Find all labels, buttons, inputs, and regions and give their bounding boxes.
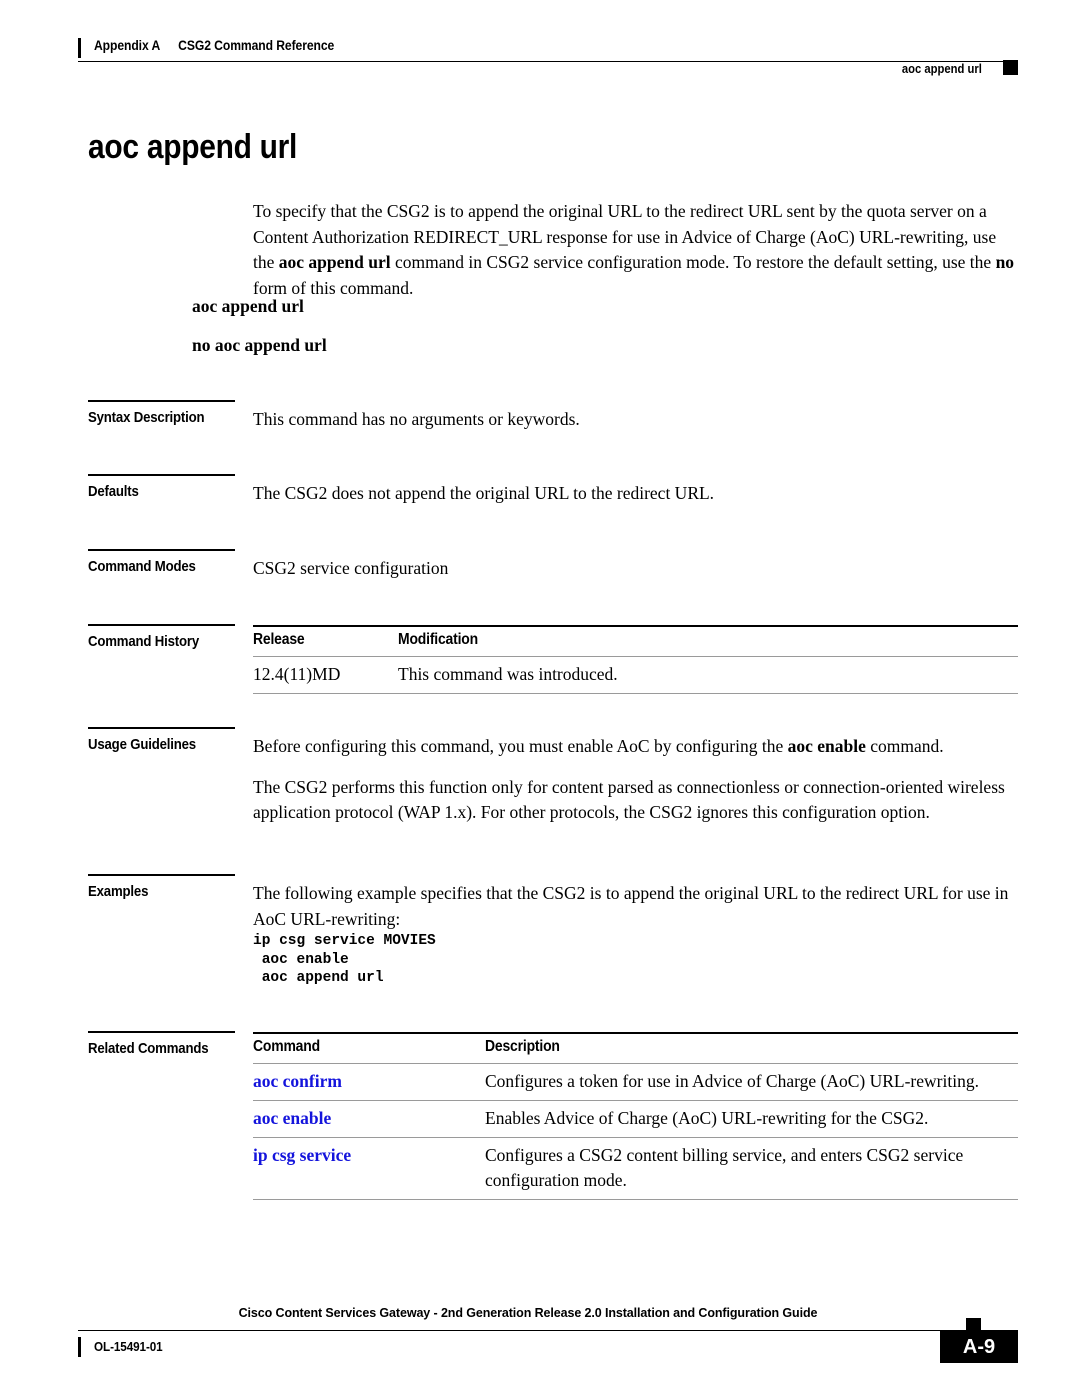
examples-rule [88,874,235,876]
related-command-description-cell: Configures a CSG2 content billing servic… [485,1145,964,1190]
footer-document-id: OL-15491-01 [94,1339,163,1354]
syntax-description-rule [88,400,235,402]
intro-text-2: command in CSG2 service configuration mo… [390,252,996,272]
related-command-description-cell: Configures a token for use in Advice of … [485,1071,979,1091]
usage-guidelines-paragraph-1: Before configuring this command, you mus… [253,734,1018,760]
header-running-head: aoc append url [901,62,982,76]
command-history-col-modification: Modification [398,631,478,648]
header-divider [78,61,1018,62]
intro-paragraph-block: To specify that the CSG2 is to append th… [253,199,1018,301]
command-modes-body: CSG2 service configuration [253,556,1018,582]
related-commands-col-description: Description [485,1038,560,1055]
related-commands-col-command: Command [253,1038,320,1055]
command-modes-text: CSG2 service configuration [253,558,449,578]
usage-para1-bold-command: aoc enable [787,736,866,756]
header-square-marker-icon [1003,60,1018,75]
related-command-cell[interactable]: aoc confirm [253,1064,485,1101]
related-command-cell[interactable]: aoc enable [253,1101,485,1138]
intro-no-bold: no [995,252,1015,272]
related-command-cell[interactable]: ip csg service [253,1138,485,1200]
footer-guide-title: Cisco Content Services Gateway - 2nd Gen… [238,1306,818,1320]
intro-text-3: form of this command. [253,277,414,298]
defaults-text: The CSG2 does not append the original UR… [253,483,715,503]
table-row: aoc enable Enables Advice of Charge (AoC… [253,1100,1018,1138]
usage-para1-pre: Before configuring this command, you mus… [253,736,788,756]
intro-command-bold: aoc append url [278,252,391,272]
footer-accent-bar [78,1337,81,1357]
command-history-release-cell: 12.4(11)MD [253,664,341,684]
section-label-command-history: Command History [88,633,200,650]
table-row: aoc confirm Configures a token for use i… [253,1063,1018,1101]
header-breadcrumb: Appendix A CSG2 Command Reference [94,38,334,53]
syntax-description-body: This command has no arguments or keyword… [253,407,1018,433]
command-history-header-row: Release Modification [253,626,1018,657]
section-label-related-commands: Related Commands [88,1040,209,1057]
section-label-syntax-description: Syntax Description [88,409,205,426]
defaults-body: The CSG2 does not append the original UR… [253,481,1018,507]
related-commands-rule [88,1031,235,1033]
related-command-link-aoc-confirm[interactable]: aoc confirm [253,1071,342,1091]
defaults-rule [88,474,235,476]
syntax-affirmative-form: aoc append url [192,296,304,316]
examples-intro-text: The following example specifies that the… [253,883,1009,929]
section-label-examples: Examples [88,883,149,900]
command-history-modification-cell: This command was introduced. [398,664,618,684]
syntax-negative-form: no aoc append url [192,335,327,355]
header-appendix-title: CSG2 Command Reference [178,38,335,53]
section-label-command-modes: Command Modes [88,558,196,575]
footer-divider [78,1330,1018,1331]
usage-guidelines-body: Before configuring this command, you mus… [253,734,1018,826]
page-title: aoc append url [88,128,298,166]
table-row: ip csg service Configures a CSG2 content… [253,1137,1018,1200]
related-commands-header-row: Command Description [253,1033,1018,1064]
header-appendix-label: Appendix A [94,38,161,53]
related-command-description-cell: Enables Advice of Charge (AoC) URL-rewri… [485,1108,929,1128]
page-header: Appendix A CSG2 Command Reference aoc app… [78,36,1018,76]
page-footer: Cisco Content Services Gateway - 2nd Gen… [78,1306,1018,1376]
section-label-usage-guidelines: Usage Guidelines [88,736,196,753]
command-history-table: Release Modification 12.4(11)MD This com… [253,625,1018,694]
command-history-rule [88,624,235,626]
related-command-link-ip-csg-service[interactable]: ip csg service [253,1145,351,1165]
related-commands-table: Command Description aoc confirm Configur… [253,1032,1018,1200]
header-accent-bar [78,38,81,58]
intro-paragraph: To specify that the CSG2 is to append th… [253,199,1018,301]
examples-body: The following example specifies that the… [253,881,1018,932]
section-label-defaults: Defaults [88,483,139,500]
footer-page-number: A-9 [940,1331,1018,1363]
usage-guidelines-rule [88,727,235,729]
related-command-link-aoc-enable[interactable]: aoc enable [253,1108,331,1128]
usage-para1-post: command. [865,736,944,756]
examples-code-block: ip csg service MOVIES aoc enable aoc app… [253,933,436,986]
command-history-row: 12.4(11)MD This command was introduced. [253,656,1018,694]
command-history-col-release: Release [253,631,305,648]
command-modes-rule [88,549,235,551]
document-page: Appendix A CSG2 Command Reference aoc app… [0,0,1080,1397]
syntax-description-text: This command has no arguments or keyword… [253,409,580,429]
usage-guidelines-paragraph-2: The CSG2 performs this function only for… [253,776,1005,823]
